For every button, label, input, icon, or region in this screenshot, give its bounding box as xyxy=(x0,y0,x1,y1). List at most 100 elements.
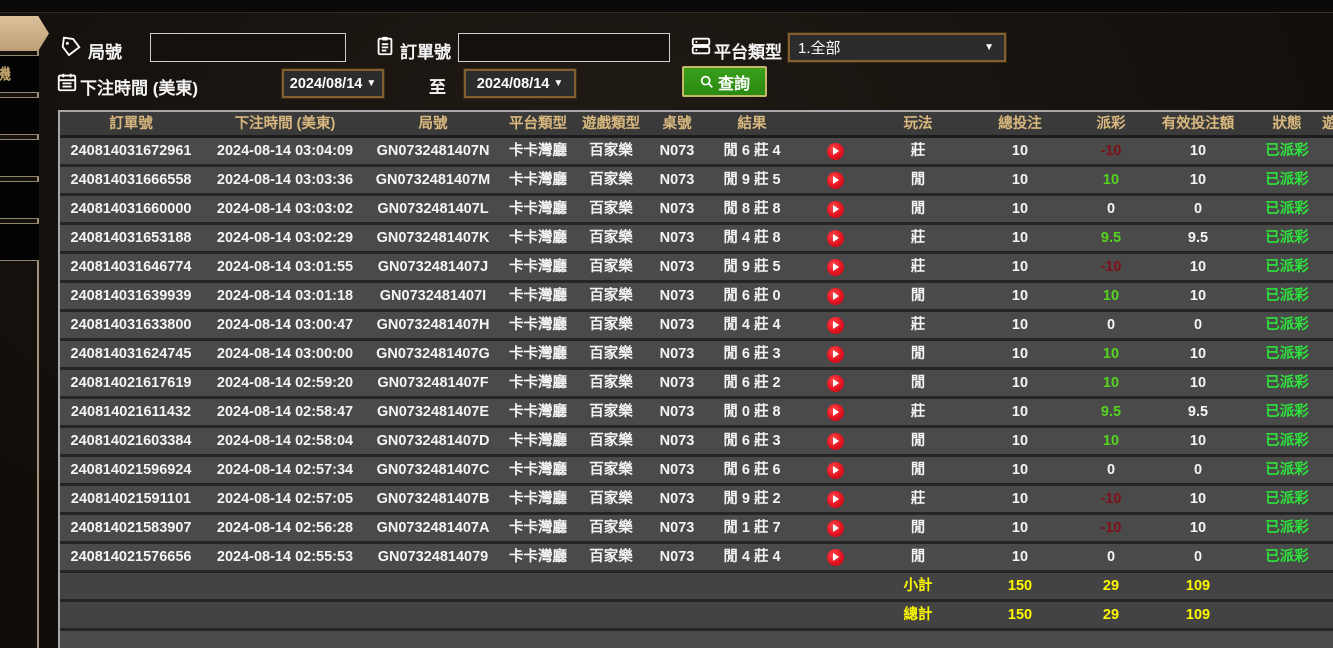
play-replay-button[interactable] xyxy=(826,548,844,566)
cell-valid-bet: 10 xyxy=(1189,375,1207,391)
sidebar-item[interactable] xyxy=(0,223,39,261)
cell-round-number: GN0732481407H xyxy=(376,317,490,333)
sidebar-item[interactable] xyxy=(0,97,39,135)
cell-extra xyxy=(1320,312,1333,338)
cell-status: 已派彩 xyxy=(1265,172,1309,188)
cell-bet-time: 2024-08-14 03:01:18 xyxy=(216,288,354,304)
cell-platform-type: 卡卡灣廳 xyxy=(509,404,567,420)
cell-valid-bet: 10 xyxy=(1189,491,1207,507)
cell-platform-type: 卡卡灣廳 xyxy=(509,375,567,391)
cell-result: 閒 0 莊 8 xyxy=(723,404,781,420)
order-number-input[interactable] xyxy=(458,33,670,62)
play-replay-button[interactable] xyxy=(826,490,844,508)
cell-round-number: GN0732481407G xyxy=(376,346,490,362)
cell-payout: -10 xyxy=(1100,143,1122,159)
cell-payout: 9.5 xyxy=(1100,404,1122,420)
total-spacer xyxy=(60,602,876,628)
cell-result: 閒 6 莊 4 xyxy=(723,143,781,159)
date-to-select[interactable]: 2024/08/14 ▼ xyxy=(463,68,577,99)
cell-table-number: N073 xyxy=(659,491,695,507)
play-replay-button[interactable] xyxy=(826,519,844,537)
cell-result: 閒 4 莊 4 xyxy=(723,549,781,565)
table-header-row: 訂單號 下注時間 (美東) 局號 平台類型 遊戲類型 桌號 結果 玩法 總投注 派彩 有效投注額 狀態… xyxy=(60,112,1333,138)
sidebar-item[interactable]: 機 xyxy=(0,55,39,93)
cell-valid-bet: 10 xyxy=(1189,520,1207,536)
cell-order-number: 240814021603384 xyxy=(70,433,192,449)
cell-replay xyxy=(794,138,876,164)
cell-play-type: 閒 xyxy=(910,201,926,217)
betting-records-screen: 機 局號 訂單號 平台類型 1.全部 ▼ xyxy=(0,0,1333,648)
cell-round-number: GN0732481407F xyxy=(377,375,489,391)
round-number-input[interactable] xyxy=(150,33,346,62)
cell-round-number: GN0732481407B xyxy=(376,491,490,507)
cell-order-number: 240814021596924 xyxy=(70,462,192,478)
chevron-down-icon: ▼ xyxy=(984,42,994,53)
play-replay-button[interactable] xyxy=(826,345,844,363)
cell-result: 閒 6 莊 6 xyxy=(723,462,781,478)
cell-game-type: 百家樂 xyxy=(589,143,633,159)
cell-round-number: GN0732481407D xyxy=(376,433,490,449)
cell-play-type: 莊 xyxy=(910,143,926,159)
play-replay-button[interactable] xyxy=(826,316,844,334)
play-icon xyxy=(833,263,839,271)
bet-records-table: 訂單號 下注時間 (美東) 局號 平台類型 遊戲類型 桌號 結果 玩法 總投注 派彩 有效投注額 狀態… xyxy=(58,110,1333,648)
top-strip xyxy=(0,0,1333,13)
cell-table-number: N073 xyxy=(659,201,695,217)
sidebar-item[interactable] xyxy=(0,181,39,219)
play-icon xyxy=(833,495,839,503)
platform-type-select[interactable]: 1.全部 ▼ xyxy=(787,32,1007,63)
play-replay-button[interactable] xyxy=(826,403,844,421)
cell-replay xyxy=(794,312,876,338)
cell-round-number: GN0732481407A xyxy=(376,520,490,536)
column-header: 總投注 xyxy=(998,116,1042,132)
cell-total-bet: 10 xyxy=(1011,433,1029,449)
cell-replay xyxy=(794,457,876,483)
cell-order-number: 240814031624745 xyxy=(70,346,192,362)
cell-total-bet: 10 xyxy=(1011,404,1029,420)
play-replay-button[interactable] xyxy=(826,461,844,479)
date-from-select[interactable]: 2024/08/14 ▼ xyxy=(281,68,385,99)
play-replay-button[interactable] xyxy=(826,229,844,247)
play-replay-button[interactable] xyxy=(826,142,844,160)
cell-bet-time: 2024-08-14 03:00:47 xyxy=(216,317,354,333)
cell-payout: 10 xyxy=(1102,288,1120,304)
cell-valid-bet: 0 xyxy=(1193,201,1203,217)
cell-status: 已派彩 xyxy=(1265,520,1309,536)
cell-total-bet: 10 xyxy=(1011,259,1029,275)
cell-round-number: GN0732481407N xyxy=(376,143,490,159)
play-replay-button[interactable] xyxy=(826,258,844,276)
subtotal-bet: 150 xyxy=(1007,578,1033,594)
play-icon xyxy=(833,321,839,329)
play-replay-button[interactable] xyxy=(826,432,844,450)
cell-total-bet: 10 xyxy=(1011,288,1029,304)
sidebar-active-tab[interactable] xyxy=(0,16,49,51)
cell-result: 閒 6 莊 0 xyxy=(723,288,781,304)
cell-play-type: 莊 xyxy=(910,259,926,275)
play-replay-button[interactable] xyxy=(826,200,844,218)
cell-bet-time: 2024-08-14 02:55:53 xyxy=(216,549,354,565)
cell-payout: 9.5 xyxy=(1100,230,1122,246)
cell-status: 已派彩 xyxy=(1265,433,1309,449)
play-replay-button[interactable] xyxy=(826,171,844,189)
sidebar-item[interactable] xyxy=(0,139,39,177)
column-header: 遊戲類型 xyxy=(582,116,640,132)
cell-status: 已派彩 xyxy=(1265,375,1309,391)
cell-game-type: 百家樂 xyxy=(589,462,633,478)
cell-play-type: 莊 xyxy=(910,317,926,333)
cell-result: 閒 4 莊 4 xyxy=(723,317,781,333)
play-replay-button[interactable] xyxy=(826,287,844,305)
cell-extra xyxy=(1320,544,1333,570)
cell-bet-time: 2024-08-14 03:04:09 xyxy=(216,143,354,159)
play-icon xyxy=(833,379,839,387)
play-icon xyxy=(833,553,839,561)
cell-platform-type: 卡卡灣廳 xyxy=(509,433,567,449)
cell-payout: 0 xyxy=(1106,462,1116,478)
cell-result: 閒 9 莊 2 xyxy=(723,491,781,507)
cell-extra xyxy=(1320,138,1333,164)
cell-replay xyxy=(794,254,876,280)
table-row: 240814031653188 2024-08-14 03:02:29 GN07… xyxy=(60,225,1333,254)
cell-status: 已派彩 xyxy=(1265,201,1309,217)
play-replay-button[interactable] xyxy=(826,374,844,392)
query-button[interactable]: 查詢 xyxy=(682,66,767,97)
cell-round-number: GN0732481407K xyxy=(376,230,490,246)
